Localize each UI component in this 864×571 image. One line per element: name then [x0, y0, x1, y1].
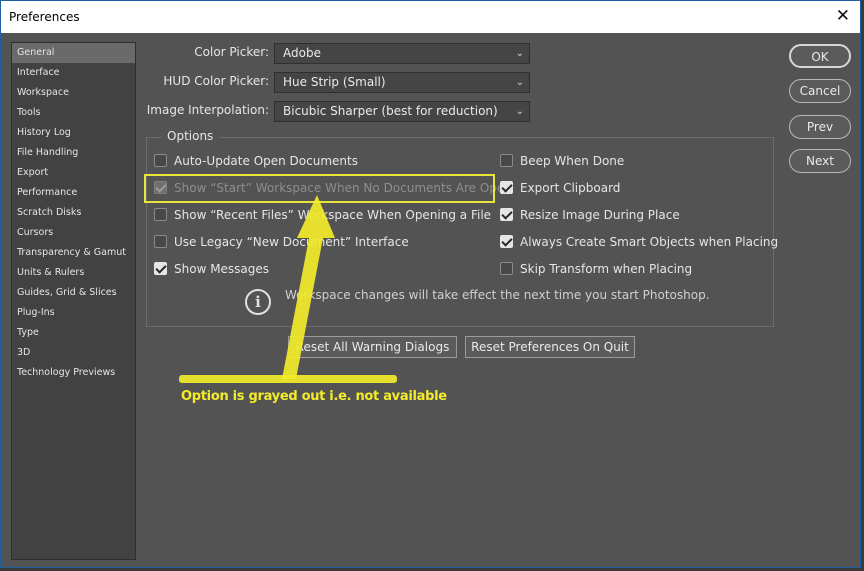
- annotation-arrow: [179, 195, 397, 383]
- annotation-text: Option is grayed out i.e. not available: [181, 389, 447, 404]
- preferences-dialog: Preferences ✕ General Interface Workspac…: [0, 0, 861, 568]
